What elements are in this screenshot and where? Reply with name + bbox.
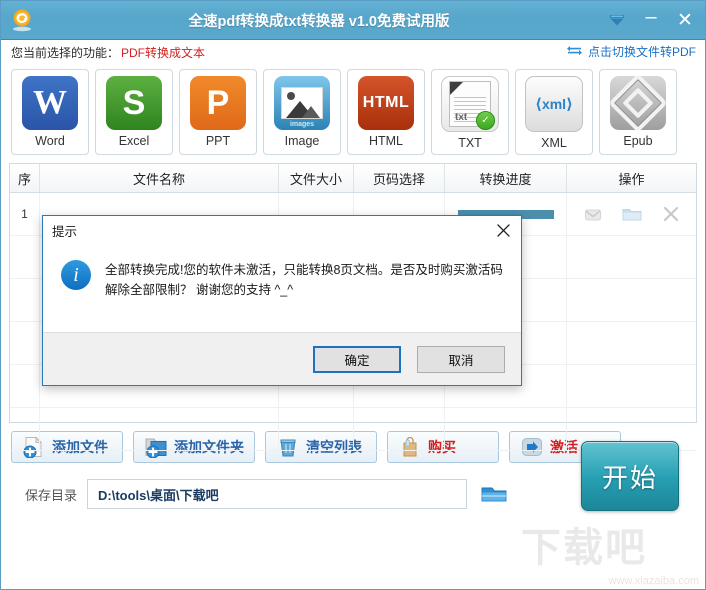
swap-arrows-icon bbox=[566, 44, 583, 60]
format-option-image[interactable]: images Image bbox=[263, 69, 341, 155]
format-option-excel[interactable]: S Excel bbox=[95, 69, 173, 155]
format-label: Word bbox=[35, 134, 65, 148]
ppt-icon: P bbox=[190, 76, 246, 130]
format-label: PPT bbox=[205, 134, 231, 148]
dialog-title-bar: 提示 bbox=[43, 216, 521, 244]
cell-index: 1 bbox=[10, 193, 40, 235]
function-value: PDF转换成文本 bbox=[121, 46, 206, 60]
format-label: XML bbox=[541, 136, 567, 150]
app-logo-icon bbox=[1, 1, 43, 39]
xml-icon: ⟨ xml ⟩ bbox=[525, 76, 583, 132]
format-label: Epub bbox=[623, 134, 653, 148]
watermark-url: www.xiazaiba.com bbox=[608, 575, 699, 587]
convert-icon[interactable] bbox=[584, 206, 602, 222]
format-option-html[interactable]: HTML HTML bbox=[347, 69, 425, 155]
dialog-ok-button[interactable]: 确定 bbox=[313, 345, 401, 373]
format-selector: W Word S Excel P PPT images Image HTML H… bbox=[1, 65, 705, 161]
folder-browse-icon[interactable] bbox=[477, 479, 511, 509]
column-header-index: 序 bbox=[10, 164, 40, 192]
save-directory-row: 保存目录 D:\tools\桌面\下载吧 开始 bbox=[1, 441, 705, 511]
format-option-ppt[interactable]: P PPT bbox=[179, 69, 257, 155]
image-glyph-label: images bbox=[289, 121, 315, 128]
column-header-filesize: 文件大小 bbox=[279, 164, 354, 192]
column-header-pages: 页码选择 bbox=[354, 164, 445, 192]
switch-mode-link[interactable]: 点击切换文件转PDF bbox=[566, 43, 696, 60]
format-label: Image bbox=[284, 134, 320, 148]
format-option-xml[interactable]: ⟨ xml ⟩ XML bbox=[515, 69, 593, 155]
excel-icon: S bbox=[106, 76, 162, 130]
format-option-epub[interactable]: Epub bbox=[599, 69, 677, 155]
dialog-message: 全部转换完成!您的软件未激活，只能转换8页文档。是否及时购买激活码解除全部限制？… bbox=[105, 263, 503, 297]
watermark-chars: 下载吧 bbox=[521, 525, 647, 570]
menu-chevron-down-icon[interactable] bbox=[601, 5, 633, 35]
prompt-dialog: 提示 i 全部转换完成!您的软件未激活，只能转换8页文档。是否及时购买激活码解除… bbox=[42, 215, 522, 386]
close-button[interactable]: ✕ bbox=[669, 5, 701, 35]
open-folder-icon[interactable] bbox=[622, 206, 642, 222]
column-header-filename: 文件名称 bbox=[40, 164, 279, 192]
dialog-title: 提示 bbox=[52, 224, 78, 239]
xml-glyph-label: xml bbox=[541, 96, 567, 112]
remove-icon[interactable] bbox=[662, 205, 680, 223]
column-header-progress: 转换进度 bbox=[445, 164, 567, 192]
dialog-footer: 确定 取消 bbox=[43, 332, 521, 385]
column-header-actions: 操作 bbox=[618, 171, 645, 187]
format-label: Excel bbox=[118, 134, 150, 148]
epub-icon bbox=[608, 73, 668, 133]
table-header: 序 文件名称 文件大小 页码选择 转换进度 操作 bbox=[10, 164, 696, 193]
html-icon: HTML bbox=[358, 76, 414, 130]
txt-icon: txt ✓ bbox=[441, 76, 499, 132]
dialog-body: i 全部转换完成!您的软件未激活，只能转换8页文档。是否及时购买激活码解除全部限… bbox=[43, 244, 521, 332]
watermark: 下载吧 www.xiazaiba.com bbox=[521, 511, 701, 587]
info-icon: i bbox=[61, 260, 91, 290]
start-button[interactable]: 开始 bbox=[581, 441, 679, 511]
cell-actions bbox=[567, 193, 696, 235]
image-icon: images bbox=[274, 76, 330, 130]
dialog-close-icon[interactable] bbox=[491, 219, 515, 241]
format-option-word[interactable]: W Word bbox=[11, 69, 89, 155]
title-bar: 全速pdf转换成txt转换器 v1.0免费试用版 – ✕ bbox=[1, 1, 705, 40]
dialog-cancel-button[interactable]: 取消 bbox=[417, 345, 505, 373]
selected-check-icon: ✓ bbox=[476, 111, 495, 130]
format-label: TXT bbox=[458, 136, 482, 150]
function-bar: 您当前选择的功能： PDF转换成文本 点击切换文件转PDF bbox=[1, 40, 705, 65]
format-option-txt[interactable]: txt ✓ TXT bbox=[431, 69, 509, 155]
switch-mode-label: 点击切换文件转PDF bbox=[587, 45, 696, 59]
window-controls: – ✕ bbox=[601, 1, 701, 39]
function-label: 您当前选择的功能： bbox=[11, 46, 120, 60]
word-icon: W bbox=[22, 76, 78, 130]
save-path-input[interactable]: D:\tools\桌面\下载吧 bbox=[87, 479, 467, 509]
format-label: HTML bbox=[368, 134, 404, 148]
html-glyph-label: HTML bbox=[362, 94, 410, 111]
save-directory-label: 保存目录 bbox=[24, 487, 77, 503]
minimize-button[interactable]: – bbox=[635, 2, 667, 38]
application-window: 全速pdf转换成txt转换器 v1.0免费试用版 – ✕ 您当前选择的功能： P… bbox=[0, 0, 706, 590]
txt-glyph-label: txt bbox=[455, 112, 468, 123]
